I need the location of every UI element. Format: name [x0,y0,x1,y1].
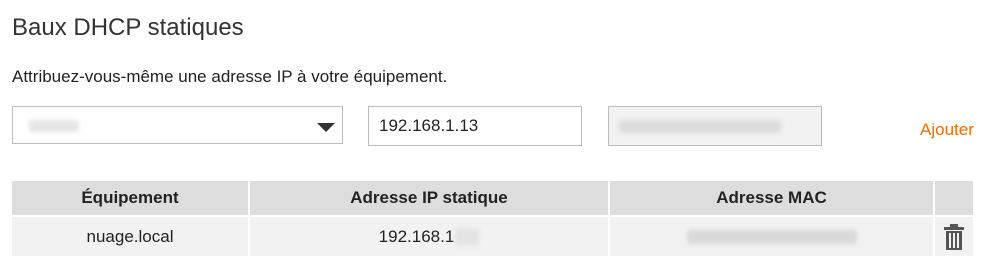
column-header-ip: Adresse IP statique [249,181,610,217]
ip-cell-text: 192.168.1 [378,226,455,246]
add-lease-button[interactable]: Ajouter [920,120,974,140]
chevron-down-icon [317,123,335,132]
column-header-device: Équipement [12,181,250,217]
table-row: nuage.local 192.168.1 [12,216,973,256]
device-select[interactable] [12,106,343,144]
ip-cell: 192.168.1 [249,216,610,256]
page-title: Baux DHCP statiques [12,14,244,41]
ip-address-field[interactable] [368,106,582,146]
table-header-row: Équipement Adresse IP statique Adresse M… [12,181,973,217]
actions-cell [934,216,973,256]
mac-cell [609,216,935,256]
mac-address-field [608,106,822,146]
device-cell: nuage.local [12,216,250,256]
column-header-actions [934,181,973,217]
section-description: Attribuez-vous-même une adresse IP à vot… [12,67,448,86]
static-leases-table: Équipement Adresse IP statique Adresse M… [12,181,973,256]
mac-address-value-obscured [619,120,781,133]
column-header-mac: Adresse MAC [609,181,935,217]
trash-icon[interactable] [943,223,965,251]
mac-cell-obscured [686,230,857,245]
ip-cell-obscured [455,228,480,247]
device-select-value-obscured [29,120,79,132]
